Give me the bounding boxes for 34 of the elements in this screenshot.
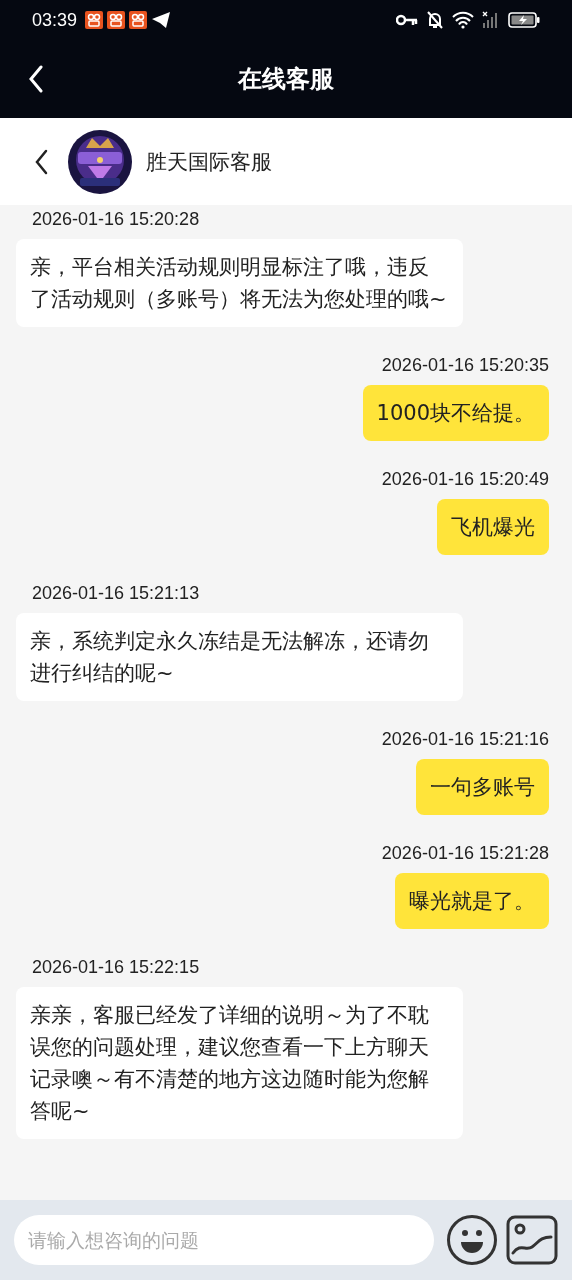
app-notification-icon (107, 11, 126, 29)
message-bubble: 亲亲，客服已经发了详细的说明～为了不耽误您的问题处理，建议您查看一下上方聊天记录噢～有不清楚的地方这边随时能为您解答呢~ (16, 987, 463, 1139)
image-icon (506, 1215, 558, 1265)
message-bubble: 一句多账号 (416, 759, 549, 815)
smiley-icon (446, 1214, 498, 1266)
message-timestamp: 2026-01-16 15:21:16 (381, 729, 549, 750)
message-bubble: 亲，系统判定永久冻结是无法解冻，还请勿进行纠结的呢~ (16, 613, 463, 701)
signal-icon (482, 11, 500, 29)
clock-time: 03:39 (32, 9, 78, 31)
message-bubble: 1000块不给提。 (362, 385, 549, 441)
app-notification-icon (85, 11, 104, 29)
image-button[interactable] (506, 1215, 558, 1265)
message-timestamp: 2026-01-16 15:21:13 (32, 583, 200, 604)
emoji-button[interactable] (446, 1214, 498, 1266)
message-bubble: 亲，平台相关活动规则明显标注了哦，违反了活动规则（多账号）将无法为您处理的哦~ (16, 239, 463, 327)
agent-name: 胜天国际客服 (146, 148, 272, 176)
back-button[interactable] (34, 148, 48, 175)
page-title: 在线客服 (238, 64, 334, 95)
message-input-field[interactable]: 请输入想咨询的问题 (14, 1215, 434, 1265)
paper-plane-icon (151, 11, 172, 29)
bell-off-icon (426, 10, 444, 30)
back-icon (34, 148, 48, 175)
key-icon (396, 14, 418, 26)
message-bubble: 飞机爆光 (437, 499, 549, 555)
back-icon (28, 65, 44, 93)
battery-charging-icon (508, 12, 540, 28)
message-timestamp: 2026-01-16 15:21:28 (381, 843, 549, 864)
message-timestamp: 2026-01-16 15:20:35 (381, 355, 549, 376)
message-timestamp: 2026-01-16 15:20:28 (32, 209, 200, 230)
wifi-icon (452, 11, 474, 29)
message-timestamp: 2026-01-16 15:20:49 (381, 469, 549, 490)
message-timestamp: 2026-01-16 15:22:15 (32, 957, 200, 978)
app-notification-icon (129, 11, 148, 29)
message-bubble: 曝光就是了。 (395, 873, 549, 929)
